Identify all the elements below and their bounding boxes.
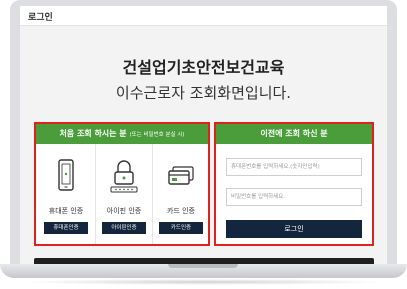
method-ipin: 아이핀 인증 아이핀인증 (95, 144, 151, 244)
page-subtitle: 이수근로자 조회화면입니다. (115, 84, 292, 102)
first-time-heading: 처음 조회 하시는 분 (59, 129, 127, 138)
screen-bottom-bar (34, 258, 374, 264)
verification-methods: 휴대폰 인증 휴대폰인증 아이핀 인증 아이핀인증 카드 인증 카드인증 (36, 144, 208, 244)
login-button[interactable]: 로그인 (226, 220, 362, 238)
screen: 로그인 건설업기초안전보건교육 이수근로자 조회화면입니다. 처음 조회 하시는… (20, 6, 387, 264)
laptop-shadow (20, 279, 387, 285)
first-time-panel: 처음 조회 하시는 분 (또는 비밀번호 분실 시) 휴대폰 인증 휴대폰인증 (34, 122, 210, 246)
password-input[interactable] (226, 188, 362, 206)
phone-number-input[interactable] (226, 158, 362, 176)
method-card-label: 카드 인증 (167, 207, 195, 215)
returning-panel: 이전에 조회 하신 분 로그인 (214, 122, 374, 246)
method-card: 카드 인증 카드인증 (152, 144, 208, 244)
first-time-heading-note: (또는 비밀번호 분실 시) (129, 132, 185, 138)
method-ipin-label: 아이핀 인증 (106, 207, 142, 215)
credit-card-icon (166, 158, 196, 194)
returning-panel-header: 이전에 조회 하신 분 (216, 124, 372, 144)
laptop-notch (168, 264, 238, 268)
page-title: 건설업기초안전보건교육 (122, 58, 285, 77)
first-time-panel-header: 처음 조회 하시는 분 (또는 비밀번호 분실 시) (36, 124, 208, 144)
method-mobile-label: 휴대폰 인증 (48, 207, 84, 215)
mobile-phone-icon (51, 158, 81, 194)
ipin-verify-button[interactable]: 아이핀인증 (102, 222, 146, 234)
page-header-title: 로그인 (28, 13, 53, 23)
mobile-verify-button[interactable]: 휴대폰인증 (44, 222, 88, 234)
page-header: 로그인 (20, 6, 387, 26)
method-mobile: 휴대폰 인증 휴대폰인증 (38, 144, 94, 244)
card-verify-button[interactable]: 카드인증 (159, 222, 203, 234)
ipin-lock-icon (109, 158, 139, 194)
